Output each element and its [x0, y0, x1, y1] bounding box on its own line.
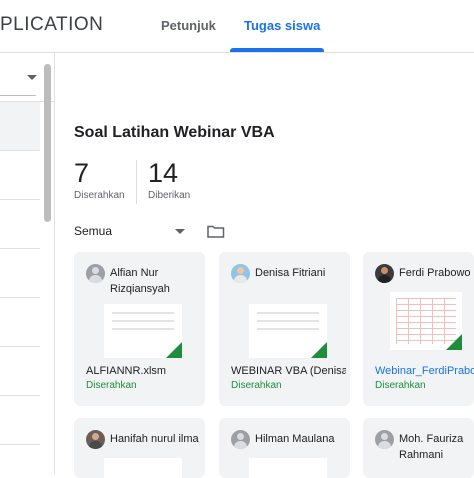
- stat-divider: [136, 160, 137, 204]
- status-badge: Diserahkan: [375, 380, 426, 391]
- active-tab-indicator: [230, 48, 324, 52]
- status-badge: Diserahkan: [231, 380, 282, 391]
- sheets-icon: [311, 342, 327, 358]
- file-thumbnail[interactable]: [104, 304, 182, 358]
- list-item[interactable]: [0, 249, 40, 298]
- student-card[interactable]: Alfian Nur Rizqiansyah ALFIANNR.xlsm Dis…: [74, 252, 205, 406]
- student-name: Hanifah nurul ilma: [110, 433, 199, 445]
- avatar: [375, 264, 394, 283]
- avatar: [86, 430, 105, 449]
- list-item[interactable]: [0, 102, 40, 151]
- tab-tugas-siswa[interactable]: Tugas siswa: [244, 18, 320, 33]
- attachment-filename[interactable]: WEBINAR VBA (Denisa Fitriani): [231, 365, 346, 377]
- chevron-down-icon[interactable]: [27, 75, 37, 80]
- avatar: [231, 264, 250, 283]
- status-badge: Diserahkan: [86, 380, 137, 391]
- student-name: Ferdi Prabowo: [399, 267, 471, 279]
- student-name: Denisa Fitriani: [255, 267, 326, 279]
- app-header: PLICATION Petunjuk Tugas siswa: [0, 0, 474, 53]
- avatar: [375, 430, 394, 449]
- attachment-filename[interactable]: Webinar_FerdiPrabowo: [375, 365, 474, 377]
- folder-icon[interactable]: [207, 224, 225, 238]
- submitted-label: Diserahkan: [74, 190, 125, 201]
- avatar: [86, 264, 105, 283]
- list-item[interactable]: [0, 151, 40, 200]
- avatar: [231, 430, 250, 449]
- submitted-count[interactable]: 7: [74, 158, 89, 189]
- student-card[interactable]: Ferdi Prabowo Webinar_FerdiPrabowo Diser…: [363, 252, 474, 406]
- file-thumbnail[interactable]: [249, 458, 327, 478]
- file-thumbnail[interactable]: [104, 458, 182, 478]
- student-name: Hilman Maulana: [255, 433, 335, 445]
- list-item[interactable]: [0, 200, 40, 249]
- assigned-label: Diberikan: [148, 190, 191, 201]
- tab-petunjuk[interactable]: Petunjuk: [161, 18, 216, 33]
- filter-select[interactable]: Semua: [74, 224, 112, 238]
- list-item[interactable]: [0, 347, 40, 396]
- assignment-title: Soal Latihan Webinar VBA: [74, 124, 275, 141]
- sidebar-sort-select[interactable]: [0, 65, 36, 96]
- student-name: Moh. Fauriza Rahmani: [399, 433, 464, 461]
- assigned-count[interactable]: 14: [148, 158, 178, 189]
- list-item[interactable]: [0, 298, 40, 347]
- attachment-filename[interactable]: ALFIANNR.xlsm: [86, 365, 201, 377]
- student-card[interactable]: Hilman Maulana: [219, 418, 350, 478]
- app-title: PLICATION: [0, 14, 104, 35]
- file-thumbnail[interactable]: [249, 304, 327, 358]
- student-card[interactable]: Moh. Fauriza Rahmani: [363, 418, 474, 478]
- sheets-icon: [166, 342, 182, 358]
- student-card[interactable]: Denisa Fitriani WEBINAR VBA (Denisa Fitr…: [219, 252, 350, 406]
- sheets-icon: [446, 334, 462, 350]
- student-name: Alfian Nur Rizqiansyah: [110, 267, 170, 295]
- student-card[interactable]: Hanifah nurul ilma: [74, 418, 205, 478]
- file-thumbnail[interactable]: [390, 292, 462, 350]
- chevron-down-icon[interactable]: [175, 229, 185, 234]
- sidebar-scrollbar[interactable]: [44, 64, 51, 222]
- list-item[interactable]: [0, 396, 40, 445]
